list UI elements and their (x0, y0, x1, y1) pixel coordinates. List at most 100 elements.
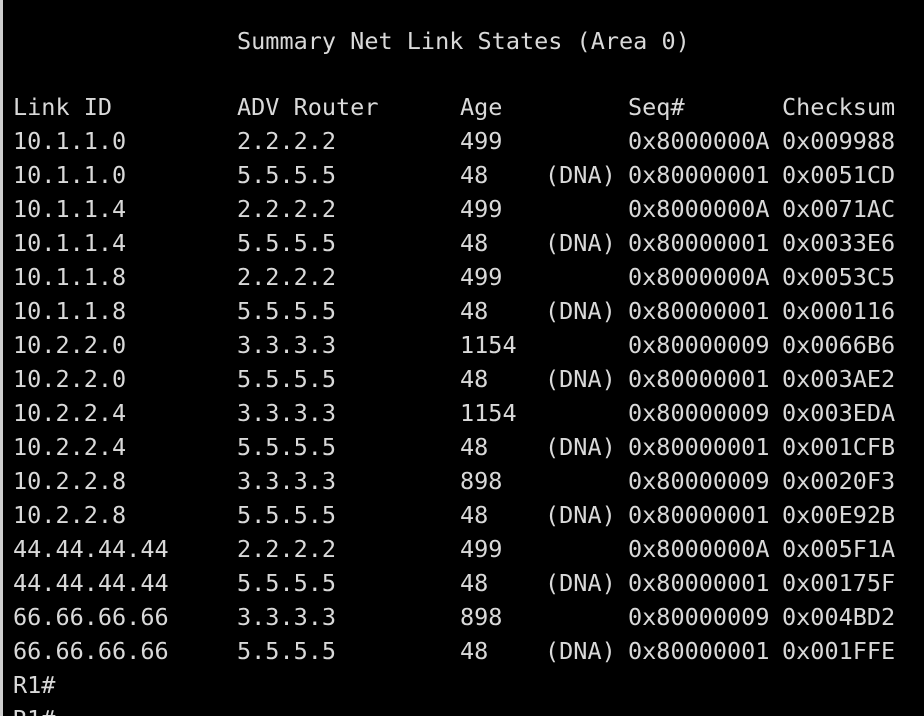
table-row: 66.66.66.66 3.3.3.3 898 0x80000009 0x004BD2 (13, 600, 924, 634)
seq-cell: 0x80000009 (628, 467, 770, 495)
seq-cell: 0x80000009 (628, 331, 770, 359)
adv-router-cell: 2.2.2.2 (237, 195, 337, 223)
dna-flag-cell: (DNA) (545, 365, 616, 393)
dna-flag-cell: (DNA) (545, 229, 616, 257)
checksum-cell: 0x0071AC (782, 195, 896, 223)
link-id-cell: 10.1.1.8 (13, 263, 127, 291)
link-id-cell: 10.2.2.0 (13, 365, 127, 393)
link-id-cell: 10.1.1.4 (13, 195, 127, 223)
column-header-age: Age (460, 93, 503, 121)
adv-router-cell: 5.5.5.5 (237, 637, 337, 665)
seq-cell: 0x8000000A (628, 535, 770, 563)
adv-router-cell: 5.5.5.5 (237, 229, 337, 257)
adv-router-cell: 3.3.3.3 (237, 331, 337, 359)
link-id-cell: 10.2.2.0 (13, 331, 127, 359)
table-row: 10.1.1.4 2.2.2.2 499 0x8000000A 0x0071AC (13, 192, 924, 226)
adv-router-cell: 3.3.3.3 (237, 399, 337, 427)
adv-router-cell: 3.3.3.3 (237, 603, 337, 631)
seq-cell: 0x80000009 (628, 399, 770, 427)
adv-router-cell: 5.5.5.5 (237, 161, 337, 189)
age-cell: 48 (460, 637, 489, 665)
column-header-checksum: Checksum (782, 93, 896, 121)
seq-cell: 0x8000000A (628, 127, 770, 155)
table-row: 10.2.2.8 3.3.3.3 898 0x80000009 0x0020F3 (13, 464, 924, 498)
dna-flag-cell: (DNA) (545, 569, 616, 597)
adv-router-cell: 3.3.3.3 (237, 467, 337, 495)
table-row: 44.44.44.44 2.2.2.2 499 0x8000000A 0x005F1A (13, 532, 924, 566)
table-row: 66.66.66.66 5.5.5.5 48 (DNA) 0x80000001 0x001… (13, 634, 924, 668)
age-cell: 48 (460, 365, 489, 393)
dna-flag-cell: (DNA) (545, 433, 616, 461)
column-header-link-id: Link ID (13, 93, 113, 121)
table-row: 10.2.2.8 5.5.5.5 48 (DNA) 0x80000001 0x00E92B (13, 498, 924, 532)
checksum-cell: 0x005F1A (782, 535, 896, 563)
seq-cell: 0x80000001 (628, 161, 770, 189)
adv-router-cell: 5.5.5.5 (237, 501, 337, 529)
prompt-area[interactable]: R1#R1# (13, 668, 55, 716)
checksum-cell: 0x0053C5 (782, 263, 896, 291)
column-header-seq: Seq# (628, 93, 685, 121)
link-id-cell: 10.1.1.0 (13, 127, 127, 155)
seq-cell: 0x8000000A (628, 263, 770, 291)
table-row: 10.1.1.0 2.2.2.2 499 0x8000000A 0x009988 (13, 124, 924, 158)
link-id-cell: 66.66.66.66 (13, 637, 169, 665)
table-row: 10.1.1.8 2.2.2.2 499 0x8000000A 0x0053C5 (13, 260, 924, 294)
cli-prompt: R1# (13, 671, 56, 699)
link-id-cell: 66.66.66.66 (13, 603, 169, 631)
dna-flag-cell: (DNA) (545, 161, 616, 189)
table-row: 10.2.2.0 5.5.5.5 48 (DNA) 0x80000001 0x003AE2 (13, 362, 924, 396)
adv-router-cell: 5.5.5.5 (237, 365, 337, 393)
seq-cell: 0x80000001 (628, 637, 770, 665)
adv-router-cell: 2.2.2.2 (237, 263, 337, 291)
cli-prompt: R1# (13, 702, 55, 716)
checksum-cell: 0x003AE2 (782, 365, 896, 393)
checksum-cell: 0x004BD2 (782, 603, 896, 631)
age-cell: 48 (460, 433, 489, 461)
table-row: 10.2.2.0 3.3.3.3 1154 0x80000009 0x0066B6 (13, 328, 924, 362)
age-cell: 898 (460, 603, 503, 631)
seq-cell: 0x80000001 (628, 229, 770, 257)
age-cell: 499 (460, 263, 503, 291)
age-cell: 1154 (460, 331, 517, 359)
seq-cell: 0x80000001 (628, 297, 770, 325)
table-row: 10.2.2.4 3.3.3.3 1154 0x80000009 0x003EDA (13, 396, 924, 430)
age-cell: 48 (460, 161, 489, 189)
adv-router-cell: 5.5.5.5 (237, 433, 337, 461)
checksum-cell: 0x001FFE (782, 637, 896, 665)
table-body: 10.1.1.0 2.2.2.2 499 0x8000000A 0x009988 10.1… (13, 124, 924, 668)
seq-cell: 0x80000009 (628, 603, 770, 631)
age-cell: 48 (460, 569, 489, 597)
table-header-row: Link ID ADV Router Age Seq# Checksum (13, 90, 924, 124)
checksum-cell: 0x000116 (782, 297, 896, 325)
link-id-cell: 44.44.44.44 (13, 535, 169, 563)
adv-router-cell: 2.2.2.2 (237, 127, 337, 155)
age-cell: 499 (460, 127, 503, 155)
age-cell: 898 (460, 467, 503, 495)
age-cell: 499 (460, 535, 503, 563)
age-cell: 48 (460, 229, 489, 257)
checksum-cell: 0x0033E6 (782, 229, 896, 257)
age-cell: 48 (460, 297, 489, 325)
dna-flag-cell: (DNA) (545, 297, 616, 325)
checksum-cell: 0x0066B6 (782, 331, 896, 359)
table-row: 44.44.44.44 5.5.5.5 48 (DNA) 0x80000001 0x001… (13, 566, 924, 600)
link-id-cell: 10.2.2.8 (13, 467, 127, 495)
link-id-cell: 10.2.2.4 (13, 433, 127, 461)
link-id-cell: 10.1.1.0 (13, 161, 127, 189)
checksum-cell: 0x0051CD (782, 161, 896, 189)
seq-cell: 0x80000001 (628, 433, 770, 461)
table-row: 10.1.1.8 5.5.5.5 48 (DNA) 0x80000001 0x000116 (13, 294, 924, 328)
seq-cell: 0x8000000A (628, 195, 770, 223)
seq-cell: 0x80000001 (628, 365, 770, 393)
window-edge (0, 0, 3, 716)
terminal-window[interactable]: Summary Net Link States (Area 0) Link ID… (0, 0, 924, 716)
age-cell: 1154 (460, 399, 517, 427)
checksum-cell: 0x00E92B (782, 501, 896, 529)
adv-router-cell: 2.2.2.2 (237, 535, 337, 563)
dna-flag-cell: (DNA) (545, 637, 616, 665)
table-row: 10.1.1.0 5.5.5.5 48 (DNA) 0x80000001 0x0051CD (13, 158, 924, 192)
checksum-cell: 0x009988 (782, 127, 896, 155)
checksum-cell: 0x003EDA (782, 399, 896, 427)
table-row: 10.2.2.4 5.5.5.5 48 (DNA) 0x80000001 0x001CFB (13, 430, 924, 464)
seq-cell: 0x80000001 (628, 501, 770, 529)
